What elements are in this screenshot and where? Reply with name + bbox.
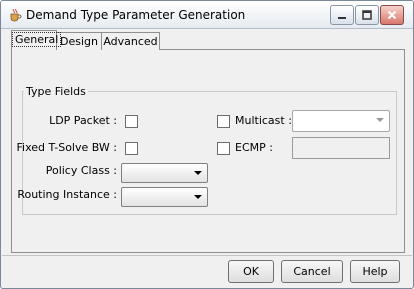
dialog-window: Demand Type Parameter Generation General… bbox=[0, 0, 414, 289]
fixed-tsolve-bw-checkbox[interactable] bbox=[125, 142, 138, 155]
ldp-packet-checkbox[interactable] bbox=[125, 115, 138, 128]
multicast-checkbox[interactable] bbox=[217, 115, 230, 128]
tab-design[interactable]: Design bbox=[56, 32, 102, 50]
help-button[interactable]: Help bbox=[350, 260, 400, 283]
routing-instance-select[interactable] bbox=[121, 187, 208, 207]
close-button[interactable] bbox=[380, 5, 404, 25]
minimize-icon bbox=[338, 17, 346, 19]
fixed-tsolve-bw-label: Fixed T-Solve BW : bbox=[16, 141, 117, 154]
footer-divider bbox=[2, 255, 412, 256]
ecmp-field[interactable] bbox=[292, 137, 390, 159]
multicast-label: Multicast : bbox=[235, 114, 292, 127]
tab-advanced-label: Advanced bbox=[103, 35, 158, 48]
maximize-icon bbox=[362, 10, 372, 20]
ldp-packet-label: LDP Packet : bbox=[49, 114, 117, 127]
ok-button[interactable]: OK bbox=[228, 260, 274, 283]
tab-general-label: General bbox=[12, 32, 62, 47]
routing-instance-label: Routing Instance : bbox=[17, 188, 117, 201]
tab-design-label: Design bbox=[60, 35, 98, 48]
minimize-button[interactable] bbox=[330, 5, 354, 25]
group-title: Type Fields bbox=[24, 85, 88, 98]
ecmp-checkbox[interactable] bbox=[217, 142, 230, 155]
policy-class-label: Policy Class : bbox=[45, 164, 117, 177]
chevron-down-icon bbox=[376, 118, 384, 122]
close-icon bbox=[387, 10, 397, 20]
tab-advanced[interactable]: Advanced bbox=[101, 32, 160, 50]
java-cup-icon bbox=[8, 8, 22, 22]
window-title: Demand Type Parameter Generation bbox=[26, 8, 246, 22]
chevron-down-icon bbox=[194, 195, 202, 199]
policy-class-select[interactable] bbox=[121, 163, 208, 183]
cancel-button[interactable]: Cancel bbox=[281, 260, 343, 283]
title-bar[interactable]: Demand Type Parameter Generation bbox=[1, 1, 413, 29]
chevron-down-icon bbox=[194, 171, 202, 175]
tab-general[interactable]: General bbox=[11, 30, 62, 50]
multicast-select[interactable] bbox=[292, 110, 390, 132]
ecmp-label: ECMP : bbox=[235, 141, 273, 154]
maximize-button[interactable] bbox=[355, 5, 379, 25]
